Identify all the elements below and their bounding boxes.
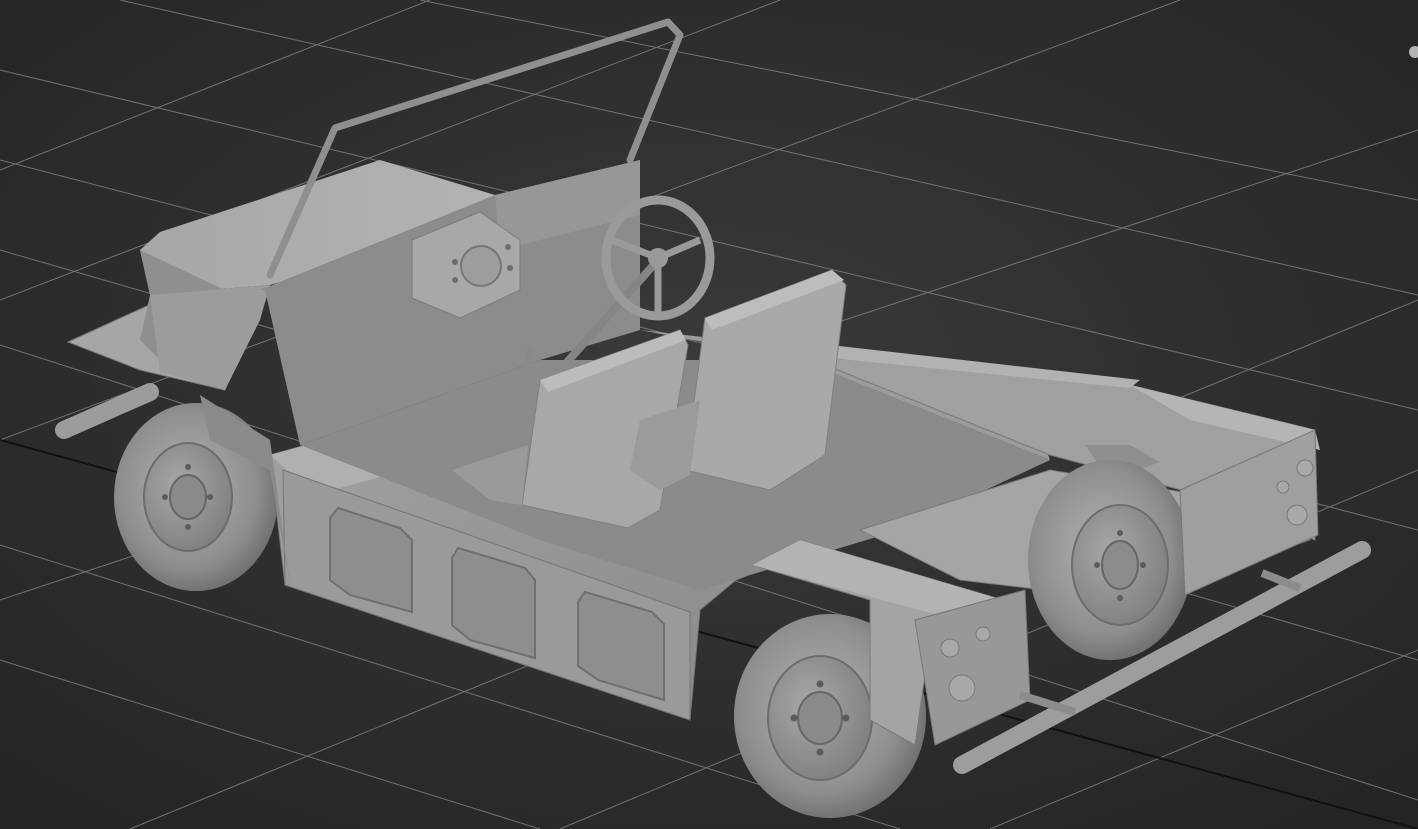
3d-viewport[interactable] xyxy=(0,0,1418,829)
viewport-canvas[interactable] xyxy=(0,0,1418,829)
spare-wheel[interactable] xyxy=(1028,460,1192,660)
